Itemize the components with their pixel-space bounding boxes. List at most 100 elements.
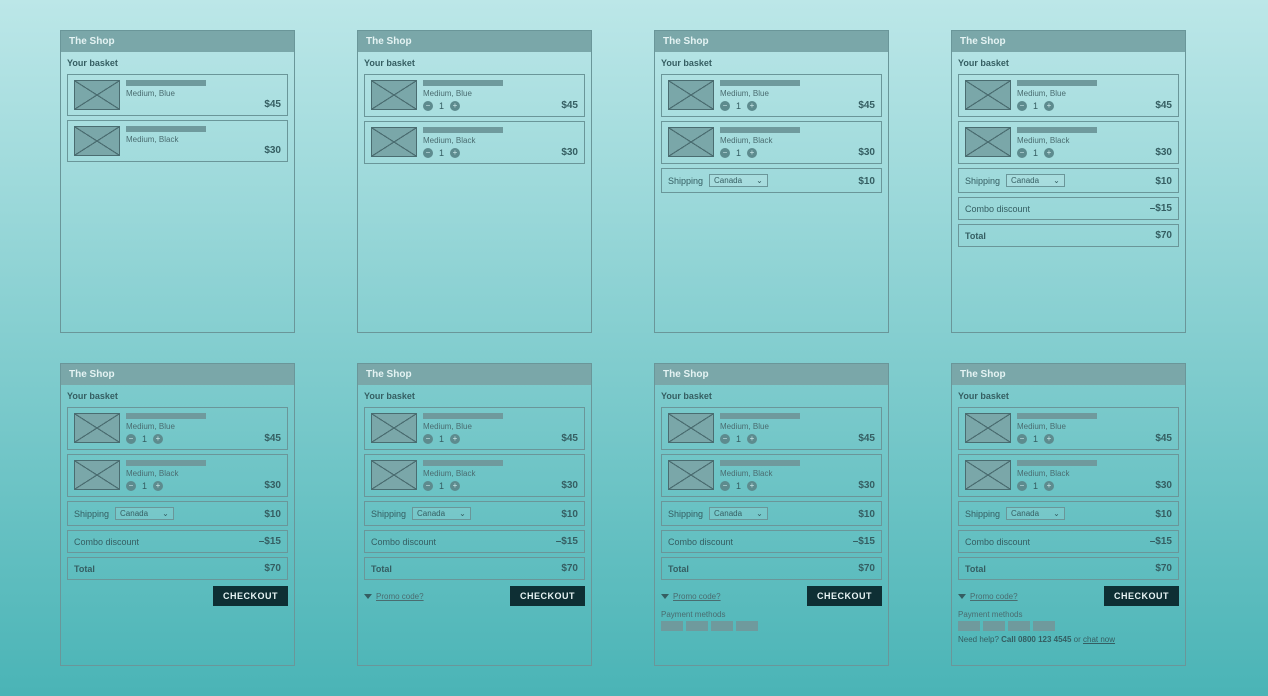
- plus-icon[interactable]: +: [747, 148, 757, 158]
- triangle-down-icon: [661, 594, 669, 599]
- discount-price: –$15: [1150, 536, 1172, 547]
- plus-icon[interactable]: +: [1044, 481, 1054, 491]
- wireframe-step-2: The Shop Your basket Medium, Blue − 1 + …: [357, 30, 592, 333]
- minus-icon[interactable]: −: [423, 148, 433, 158]
- image-placeholder-icon: [74, 80, 120, 110]
- minus-icon[interactable]: −: [1017, 434, 1027, 444]
- payment-methods: Payment methods: [661, 610, 882, 631]
- plus-icon[interactable]: +: [450, 101, 460, 111]
- shop-title: The Shop: [655, 31, 888, 52]
- product-name-placeholder: [126, 126, 206, 132]
- minus-icon[interactable]: −: [126, 434, 136, 444]
- shipping-label: Shipping: [668, 509, 703, 519]
- shipping-label: Shipping: [668, 176, 703, 186]
- qty-value: 1: [1033, 101, 1038, 111]
- shipping-row: ShippingCanada⌄$10: [958, 501, 1179, 526]
- payment-card-icon: [711, 621, 733, 631]
- total-price: $70: [1155, 230, 1172, 241]
- variant-text: Medium, Black: [1017, 469, 1149, 478]
- checkout-button[interactable]: CHECKOUT: [213, 586, 288, 606]
- discount-price: –$15: [259, 536, 281, 547]
- discount-row: Combo discount–$15: [958, 530, 1179, 553]
- image-placeholder-icon: [74, 460, 120, 490]
- plus-icon[interactable]: +: [1044, 148, 1054, 158]
- payment-card-icon: [661, 621, 683, 631]
- minus-icon[interactable]: −: [423, 481, 433, 491]
- product-name-placeholder: [126, 460, 206, 466]
- country-select[interactable]: Canada ⌄: [709, 174, 768, 187]
- minus-icon[interactable]: −: [1017, 148, 1027, 158]
- image-placeholder-icon: [371, 80, 417, 110]
- shop-title: The Shop: [952, 31, 1185, 52]
- promo-toggle[interactable]: Promo code?: [364, 592, 424, 601]
- basket-item: Medium, Black−1+ $30: [958, 121, 1179, 164]
- total-label: Total: [74, 564, 95, 574]
- plus-icon[interactable]: +: [153, 434, 163, 444]
- plus-icon[interactable]: +: [1044, 434, 1054, 444]
- shipping-label: Shipping: [371, 509, 406, 519]
- minus-icon[interactable]: −: [126, 481, 136, 491]
- plus-icon[interactable]: +: [1044, 101, 1054, 111]
- qty-value: 1: [736, 148, 741, 158]
- qty-value: 1: [1033, 481, 1038, 491]
- plus-icon[interactable]: +: [450, 481, 460, 491]
- section-title: Your basket: [661, 391, 882, 401]
- total-row: Total$70: [661, 557, 882, 580]
- image-placeholder-icon: [965, 127, 1011, 157]
- minus-icon[interactable]: −: [720, 434, 730, 444]
- checkout-button[interactable]: CHECKOUT: [807, 586, 882, 606]
- plus-icon[interactable]: +: [747, 101, 757, 111]
- total-label: Total: [668, 564, 689, 574]
- plus-icon[interactable]: +: [747, 481, 757, 491]
- qty-value: 1: [439, 434, 444, 444]
- country-select[interactable]: Canada⌄: [412, 507, 471, 520]
- basket-item: Medium, Black−1+$30: [67, 454, 288, 497]
- variant-text: Medium, Blue: [1017, 89, 1149, 98]
- shop-title: The Shop: [655, 364, 888, 385]
- qty-value: 1: [1033, 434, 1038, 444]
- country-select[interactable]: Canada⌄: [1006, 507, 1065, 520]
- basket-item: Medium, Black − 1 + $30: [364, 121, 585, 164]
- shipping-label: Shipping: [965, 176, 1000, 186]
- basket-item: Medium, Blue − 1 + $45: [364, 74, 585, 117]
- item-price: $45: [264, 433, 281, 444]
- help-text: Need help? Call 0800 123 4545 or chat no…: [958, 635, 1179, 644]
- minus-icon[interactable]: −: [423, 434, 433, 444]
- item-price: $45: [264, 99, 281, 110]
- minus-icon[interactable]: −: [720, 148, 730, 158]
- country-select[interactable]: Canada⌄: [709, 507, 768, 520]
- item-price: $45: [561, 100, 578, 111]
- checkout-button[interactable]: CHECKOUT: [1104, 586, 1179, 606]
- item-price: $30: [1155, 147, 1172, 158]
- country-select[interactable]: Canada⌄: [115, 507, 174, 520]
- shipping-row: ShippingCanada⌄$10: [661, 501, 882, 526]
- plus-icon[interactable]: +: [450, 148, 460, 158]
- item-price: $30: [264, 480, 281, 491]
- shop-title: The Shop: [61, 364, 294, 385]
- product-name-placeholder: [1017, 127, 1097, 133]
- qty-value: 1: [142, 434, 147, 444]
- promo-toggle[interactable]: Promo code?: [958, 592, 1018, 601]
- promo-toggle[interactable]: Promo code?: [661, 592, 721, 601]
- minus-icon[interactable]: −: [1017, 101, 1027, 111]
- country-select[interactable]: Canada⌄: [1006, 174, 1065, 187]
- shipping-row: ShippingCanada⌄$10: [364, 501, 585, 526]
- plus-icon[interactable]: +: [153, 481, 163, 491]
- shipping-price: $10: [264, 509, 281, 520]
- minus-icon[interactable]: −: [720, 481, 730, 491]
- image-placeholder-icon: [668, 460, 714, 490]
- minus-icon[interactable]: −: [720, 101, 730, 111]
- variant-text: Medium, Blue: [423, 89, 555, 98]
- item-price: $30: [561, 147, 578, 158]
- minus-icon[interactable]: −: [1017, 481, 1027, 491]
- variant-text: Medium, Black: [720, 469, 852, 478]
- checkout-button[interactable]: CHECKOUT: [510, 586, 585, 606]
- item-price: $45: [561, 433, 578, 444]
- chat-link[interactable]: chat now: [1083, 635, 1115, 644]
- minus-icon[interactable]: −: [423, 101, 433, 111]
- shipping-row: Shipping Canada ⌄ $10: [661, 168, 882, 193]
- shipping-row: ShippingCanada⌄$10: [67, 501, 288, 526]
- chevron-down-icon: ⌄: [1053, 509, 1060, 518]
- plus-icon[interactable]: +: [450, 434, 460, 444]
- plus-icon[interactable]: +: [747, 434, 757, 444]
